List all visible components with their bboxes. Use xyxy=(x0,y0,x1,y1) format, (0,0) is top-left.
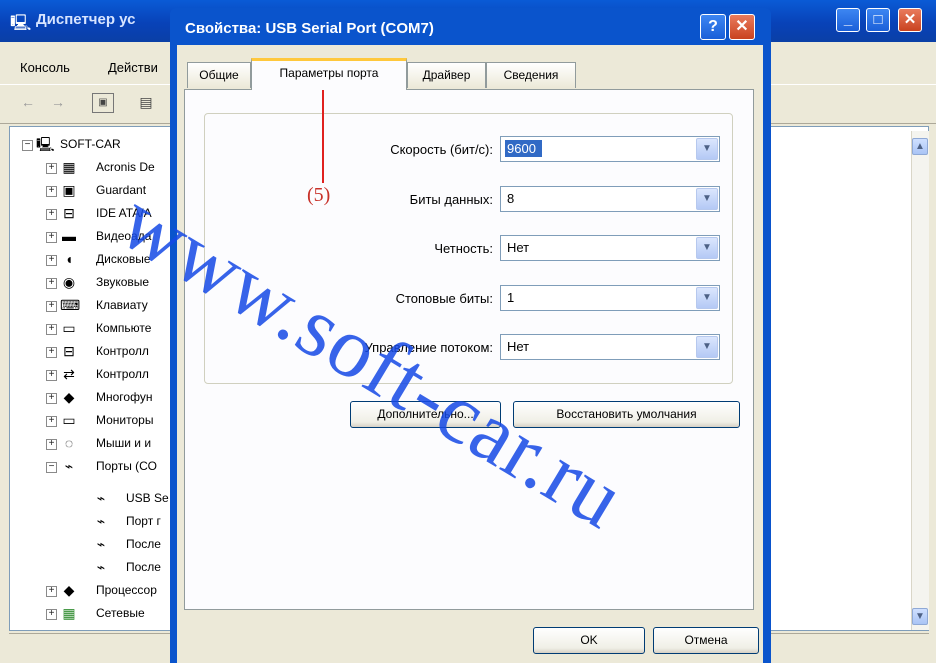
chevron-down-icon[interactable]: ▼ xyxy=(696,138,718,160)
tab-port-settings[interactable]: Параметры порта xyxy=(251,58,407,90)
mouse-icon: ◌ xyxy=(64,435,74,451)
monitor-icon: ▭ xyxy=(62,412,76,428)
baud-rate-select[interactable]: 9600 ▼ xyxy=(500,136,720,162)
dongle-icon: ▣ xyxy=(62,182,76,198)
data-bits-label: Биты данных: xyxy=(409,192,493,207)
expand-toggle[interactable]: + xyxy=(46,255,57,266)
stop-bits-value: 1 xyxy=(507,290,515,305)
keyboard-icon: ⌨ xyxy=(60,297,81,313)
close-button[interactable]: ✕ xyxy=(729,14,755,40)
stop-bits-select[interactable]: 1 ▼ xyxy=(500,285,720,311)
expand-toggle[interactable]: + xyxy=(46,393,57,404)
annotation-line xyxy=(322,88,324,183)
port-icon: ⌁ xyxy=(96,513,106,529)
help-button[interactable]: ? xyxy=(700,14,726,40)
forward-arrow-icon[interactable]: → xyxy=(48,93,68,111)
expand-toggle[interactable]: + xyxy=(46,324,57,335)
sound-icon: ◉ xyxy=(62,274,76,290)
dialog-title: Свойства: USB Serial Port (COM7) xyxy=(185,20,434,37)
ide-controller-icon: ⊟ xyxy=(63,205,75,221)
computer-icon: ▭ xyxy=(62,320,76,336)
menu-action[interactable]: Действи xyxy=(108,60,158,75)
baud-rate-value: 9600 xyxy=(505,140,542,157)
multifunction-icon: ◆ xyxy=(63,389,75,405)
data-bits-select[interactable]: 8 ▼ xyxy=(500,186,720,212)
tab-general[interactable]: Общие xyxy=(187,62,251,88)
minimize-button[interactable]: _ xyxy=(836,8,860,32)
usb-controller-icon: ⇄ xyxy=(63,366,75,382)
expand-toggle[interactable]: + xyxy=(46,439,57,450)
disk-icon: ◖ xyxy=(64,251,74,267)
expand-toggle[interactable]: + xyxy=(46,186,57,197)
console-tree-icon[interactable]: ▣ xyxy=(92,93,114,113)
parity-value: Нет xyxy=(507,240,530,255)
cancel-button[interactable]: Отмена xyxy=(653,627,759,654)
tree-item-label: Мыши и и xyxy=(96,436,152,450)
expand-toggle[interactable]: + xyxy=(46,347,57,358)
tab-driver[interactable]: Драйвер xyxy=(407,62,486,88)
expand-toggle[interactable]: + xyxy=(46,301,57,312)
port-icon: ⌁ xyxy=(96,536,106,552)
chevron-down-icon[interactable]: ▼ xyxy=(696,336,718,358)
expand-toggle[interactable]: + xyxy=(46,278,57,289)
tree-item-label: Клавиату xyxy=(96,298,148,312)
chevron-down-icon[interactable]: ▼ xyxy=(696,237,718,259)
processor-icon: ◆ xyxy=(63,582,75,598)
tree-item-label: Acronis De xyxy=(96,160,155,174)
data-bits-value: 8 xyxy=(507,191,515,206)
computer-icon: 🖳 xyxy=(36,136,55,152)
chevron-down-icon[interactable]: ▼ xyxy=(696,188,718,210)
parity-select[interactable]: Нет ▼ xyxy=(500,235,720,261)
port-icon: ⌁ xyxy=(96,490,106,506)
flow-control-select[interactable]: Нет ▼ xyxy=(500,334,720,360)
scroll-up-button[interactable]: ▲ xyxy=(912,138,928,155)
tree-item-label: Контролл xyxy=(96,344,149,358)
properties-icon[interactable]: ▤ xyxy=(136,93,156,111)
tree-item-label: Многофун xyxy=(96,390,153,404)
expand-toggle[interactable]: + xyxy=(46,232,57,243)
expand-toggle[interactable]: + xyxy=(46,416,57,427)
computer-icon: 🖳 xyxy=(10,15,32,32)
back-arrow-icon[interactable]: ← xyxy=(18,93,38,111)
expand-toggle[interactable]: + xyxy=(46,163,57,174)
network-card-icon: ▦ xyxy=(62,605,76,621)
ok-button[interactable]: OK xyxy=(533,627,645,654)
display-adapter-icon: ▬ xyxy=(62,228,76,244)
bg-close-button[interactable]: ✕ xyxy=(898,8,922,32)
maximize-button[interactable]: □ xyxy=(866,8,890,32)
chevron-down-icon[interactable]: ▼ xyxy=(696,287,718,309)
card-icon: ▦ xyxy=(62,159,76,175)
expand-toggle[interactable]: + xyxy=(46,209,57,220)
tree-item-label: Порты (СО xyxy=(96,459,157,473)
device-manager-title: Диспетчер ус xyxy=(36,11,136,28)
tab-details[interactable]: Сведения xyxy=(486,62,576,88)
scrollbar[interactable] xyxy=(911,131,929,630)
tree-item-label: Компьюте xyxy=(96,321,152,335)
annotation-label: (5) xyxy=(307,184,331,206)
tree-item-label: Контролл xyxy=(96,367,149,381)
baud-rate-label: Скорость (бит/с): xyxy=(390,142,493,157)
controller-icon: ⊟ xyxy=(63,343,75,359)
port-icon: ⌁ xyxy=(64,458,74,474)
expand-toggle[interactable]: − xyxy=(46,462,57,473)
port-icon: ⌁ xyxy=(96,559,106,575)
expand-toggle[interactable]: + xyxy=(46,370,57,381)
scroll-down-button[interactable]: ▼ xyxy=(912,608,928,625)
menu-console[interactable]: Консоль xyxy=(20,60,70,75)
flow-control-value: Нет xyxy=(507,339,530,354)
tree-item-label: Мониторы xyxy=(96,413,154,427)
